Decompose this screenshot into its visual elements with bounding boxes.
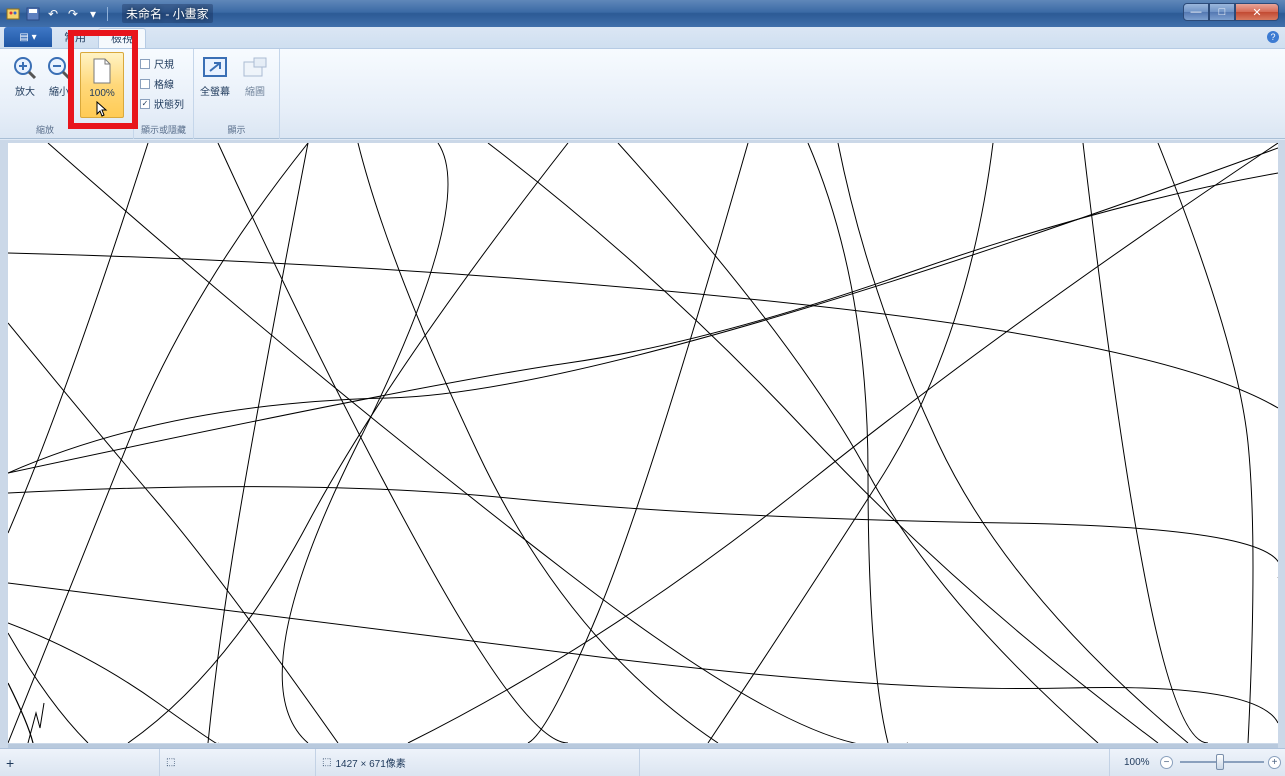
rulers-label: 尺規: [154, 60, 174, 71]
thumbnail-icon: [240, 53, 270, 83]
display-group: 全螢幕 縮圖 顯示: [194, 49, 280, 139]
crosshair-icon: +: [6, 754, 15, 771]
fullscreen-label: 全螢幕: [200, 87, 230, 98]
zoom-in-label: 放大: [15, 87, 35, 98]
line-drawing: [8, 143, 1278, 743]
drawing-canvas[interactable]: [8, 143, 1278, 743]
zoom-group-label: 縮放: [35, 125, 54, 135]
rulers-checkbox[interactable]: 尺規: [140, 56, 174, 71]
close-button[interactable]: ✕: [1235, 3, 1279, 21]
zoom-level-text: 100%: [1124, 757, 1150, 768]
redo-icon[interactable]: ↷: [65, 6, 81, 22]
tab-view[interactable]: 檢視: [98, 28, 146, 48]
gridlines-checkbox[interactable]: 格線: [140, 76, 174, 91]
image-size-icon: ⬚: [322, 757, 332, 768]
zoom-in-small-button[interactable]: +: [1268, 756, 1281, 769]
statusbar-check-box[interactable]: ✓: [140, 98, 150, 109]
gridlines-check-box[interactable]: [140, 78, 150, 89]
zoom-slider-handle[interactable]: [1216, 754, 1224, 770]
mouse-cursor-icon: [96, 100, 108, 120]
zoom-100-button[interactable]: 100%: [80, 52, 124, 118]
fullscreen-button[interactable]: 全螢幕: [200, 53, 230, 98]
qat-dropdown-icon[interactable]: ▾: [85, 6, 101, 22]
zoom-out-icon: [44, 53, 74, 83]
window-title: 未命名 - 小畫家: [122, 4, 213, 23]
display-group-label: 顯示: [227, 125, 246, 135]
thumbnail-button[interactable]: 縮圖: [240, 53, 270, 98]
title-bar: ↶ ↷ ▾ 未命名 - 小畫家 — □ ✕: [0, 0, 1285, 27]
maximize-button[interactable]: □: [1209, 3, 1235, 21]
selection-icon: ⬚: [166, 757, 176, 768]
show-hide-group: 尺規 格線 ✓ 狀態列 顯示或隱藏: [134, 49, 194, 139]
status-spacer: [640, 749, 1110, 776]
zoom-out-label: 縮小: [49, 87, 69, 98]
thumbnail-label: 縮圖: [245, 87, 265, 98]
paint-app-icon[interactable]: [5, 6, 21, 22]
ribbon-panel: 放大 縮小 縮放 尺規 格線 ✓ 狀態列 顯示或隱藏 全螢幕 縮圖 顯示: [0, 49, 1285, 139]
selection-size-cell: ⬚: [160, 749, 316, 776]
app-menu-button[interactable]: ▤ ▾: [4, 27, 52, 47]
save-icon[interactable]: [25, 6, 41, 22]
help-icon[interactable]: ?: [1267, 31, 1279, 43]
cursor-position-cell: +: [0, 749, 160, 776]
ribbon-tab-row: ▤ ▾ 常用 檢視 ?: [0, 27, 1285, 49]
qat-separator: [107, 6, 108, 21]
window-controls: — □ ✕: [1183, 3, 1279, 21]
page-icon: [90, 57, 114, 88]
statusbar-label: 狀態列: [154, 100, 184, 111]
statusbar-checkbox[interactable]: ✓ 狀態列: [140, 96, 184, 111]
image-size-text: 1427 × 671像素: [335, 759, 406, 770]
image-size-cell: ⬚ 1427 × 671像素: [316, 749, 640, 776]
zoom-in-icon: [10, 53, 40, 83]
minimize-button[interactable]: —: [1183, 3, 1209, 21]
quick-access-toolbar: ↶ ↷ ▾ 未命名 - 小畫家: [0, 0, 213, 27]
canvas-workspace[interactable]: [0, 140, 1285, 748]
zoom-out-button[interactable]: 縮小: [44, 53, 74, 98]
gridlines-label: 格線: [154, 80, 174, 91]
tab-home[interactable]: 常用: [52, 28, 98, 48]
zoom-out-small-button[interactable]: −: [1160, 756, 1173, 769]
fullscreen-icon: [200, 53, 230, 83]
zoom-in-button[interactable]: 放大: [10, 53, 40, 98]
status-bar: + ⬚ ⬚ 1427 × 671像素 100% − +: [0, 748, 1285, 776]
rulers-check-box[interactable]: [140, 58, 150, 69]
zoom-100-label: 100%: [89, 88, 115, 99]
undo-icon[interactable]: ↶: [45, 6, 61, 22]
show-hide-group-label: 顯示或隱藏: [140, 125, 186, 135]
